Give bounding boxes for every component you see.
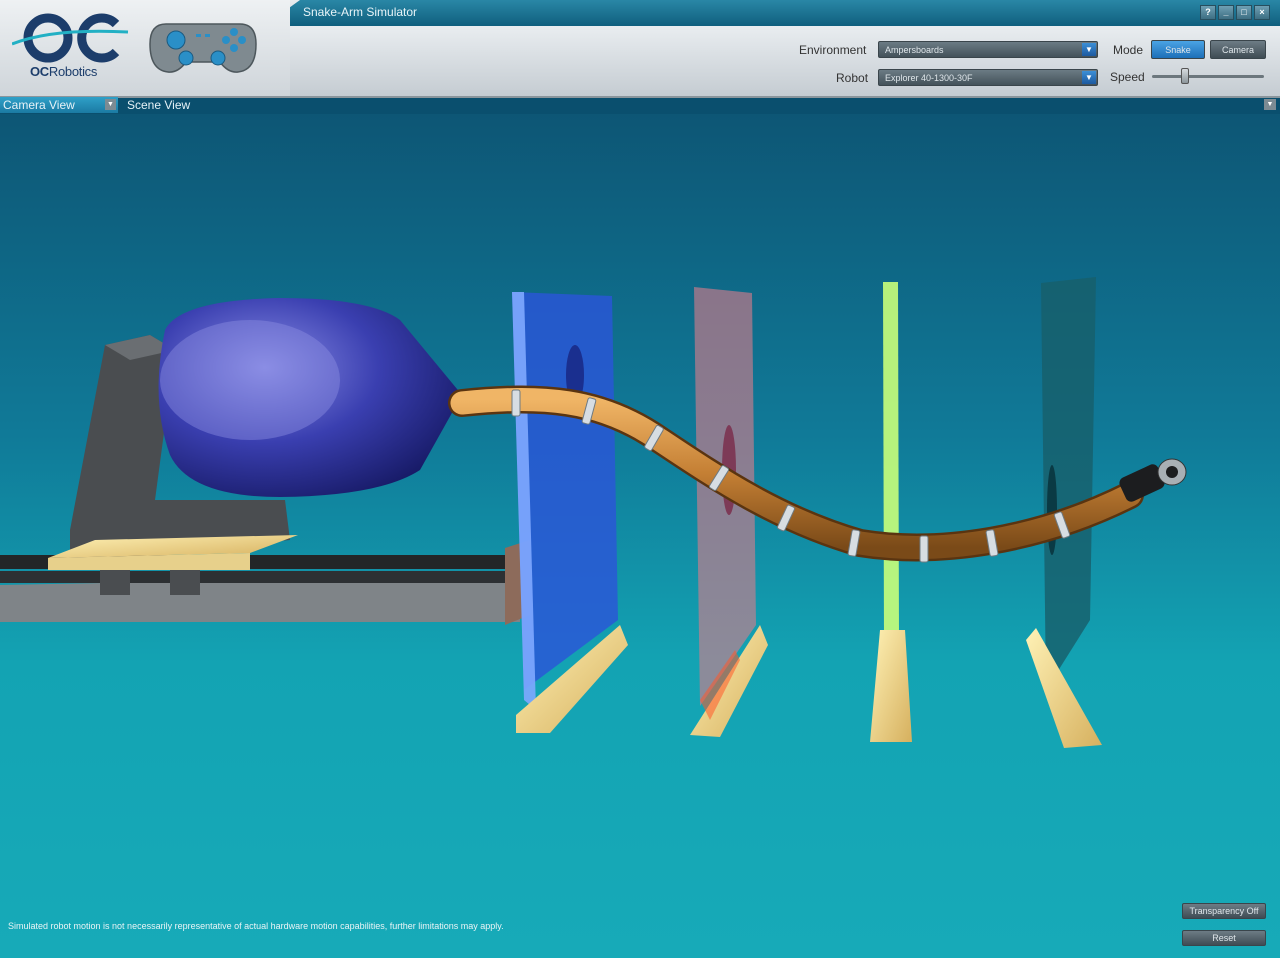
- robot-select[interactable]: Explorer 40-1300-30F ▼: [878, 69, 1098, 86]
- close-icon[interactable]: ×: [1254, 5, 1270, 20]
- mode-snake-button[interactable]: Snake: [1151, 40, 1205, 59]
- environment-value: Ampersboards: [885, 45, 944, 55]
- gamepad-icon[interactable]: [148, 18, 258, 76]
- disclaimer-text: Simulated robot motion is not necessaril…: [8, 921, 504, 931]
- robot-label: Robot: [836, 71, 869, 85]
- arm-pod: [158, 298, 463, 497]
- board-blue: [512, 292, 628, 733]
- snake-arm-scene[interactable]: [0, 114, 1280, 958]
- environment-select[interactable]: Ampersboards ▼: [878, 41, 1098, 58]
- environment-label: Environment: [799, 43, 867, 57]
- dropdown-arrow-icon[interactable]: ▼: [1264, 99, 1276, 110]
- 3d-viewport[interactable]: [0, 114, 1280, 958]
- speed-label: Speed: [1110, 70, 1145, 84]
- robot-value: Explorer 40-1300-30F: [885, 73, 973, 83]
- window-controls: ? _ □ ×: [1200, 5, 1270, 20]
- tab-scene-view[interactable]: Scene View: [127, 97, 190, 113]
- speed-slider-thumb[interactable]: [1181, 68, 1189, 84]
- speed-slider[interactable]: [1152, 75, 1264, 78]
- dropdown-arrow-icon[interactable]: ▼: [1082, 43, 1096, 56]
- mode-camera-button[interactable]: Camera: [1210, 40, 1266, 59]
- mode-label: Mode: [1113, 43, 1144, 57]
- logo-wordmark: OCRobotics: [30, 64, 97, 79]
- view-tabs: Camera View ▼ Scene View: [0, 97, 1280, 114]
- dropdown-arrow-icon[interactable]: ▼: [1082, 71, 1096, 84]
- logo-prefix: OC: [30, 64, 49, 79]
- logo-area: OCRobotics: [0, 0, 290, 96]
- transparency-toggle-button[interactable]: Transparency Off: [1182, 903, 1266, 919]
- maximize-icon[interactable]: □: [1236, 5, 1252, 20]
- board-green: [870, 282, 912, 742]
- logo-suffix: Robotics: [48, 64, 98, 79]
- help-icon[interactable]: ?: [1200, 5, 1216, 20]
- dropdown-arrow-icon[interactable]: ▼: [105, 99, 116, 110]
- tab-camera-view[interactable]: Camera View ▼: [0, 97, 118, 113]
- minimize-icon[interactable]: _: [1218, 5, 1234, 20]
- tab-camera-view-label: Camera View: [3, 98, 75, 112]
- window-title: Snake-Arm Simulator: [303, 5, 418, 19]
- oc-robotics-logo-icon: [12, 13, 129, 63]
- reset-button[interactable]: Reset: [1182, 930, 1266, 946]
